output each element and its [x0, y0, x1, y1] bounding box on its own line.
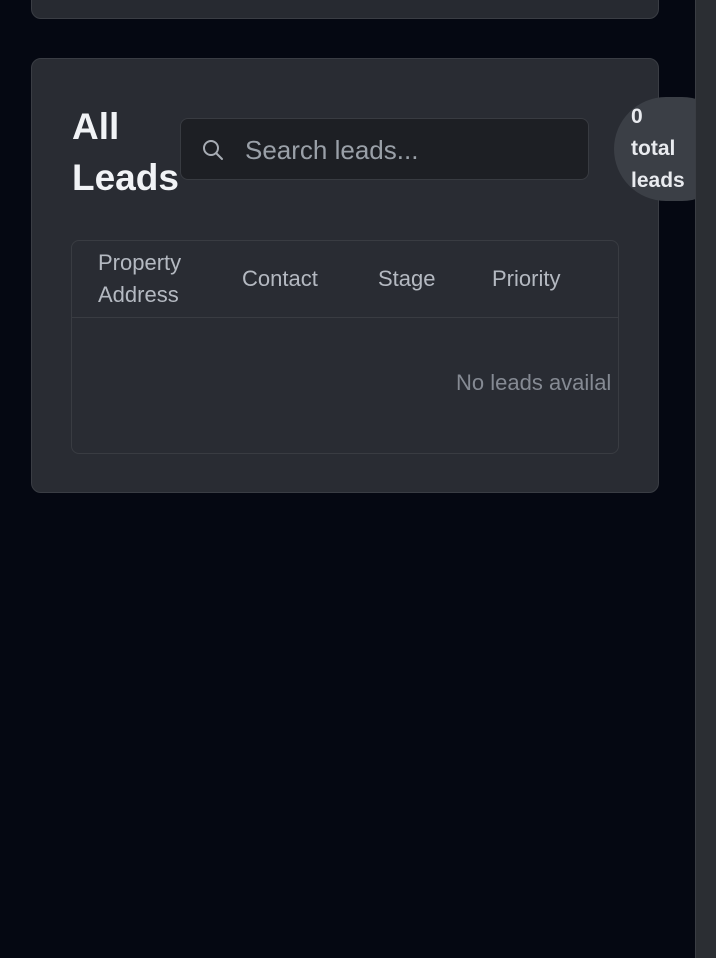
table-header: Property Address Contact Stage Priority — [72, 241, 618, 318]
scrollbar[interactable] — [695, 0, 716, 958]
search-input[interactable] — [243, 133, 567, 167]
leads-table: Property Address Contact Stage Priority … — [71, 240, 619, 454]
column-header-stage[interactable]: Stage — [378, 263, 436, 295]
page-title: All Leads — [72, 106, 179, 198]
column-header-contact[interactable]: Contact — [242, 263, 318, 295]
column-header-property-address[interactable]: Property Address — [98, 247, 208, 311]
empty-state-message: No leads availal — [456, 370, 612, 395]
previous-card-fragment: ʻ ʹ — [31, 0, 659, 19]
clipped-card-content: ʻ ʹ — [278, 0, 295, 13]
leads-card: All Leads Property Address Contact Stage… — [31, 58, 659, 493]
column-header-priority[interactable]: Priority — [492, 263, 560, 295]
search-icon — [203, 140, 223, 160]
search-box[interactable] — [180, 118, 589, 180]
page-viewport: ʻ ʹ All Leads Property Address Contact S… — [0, 0, 716, 958]
